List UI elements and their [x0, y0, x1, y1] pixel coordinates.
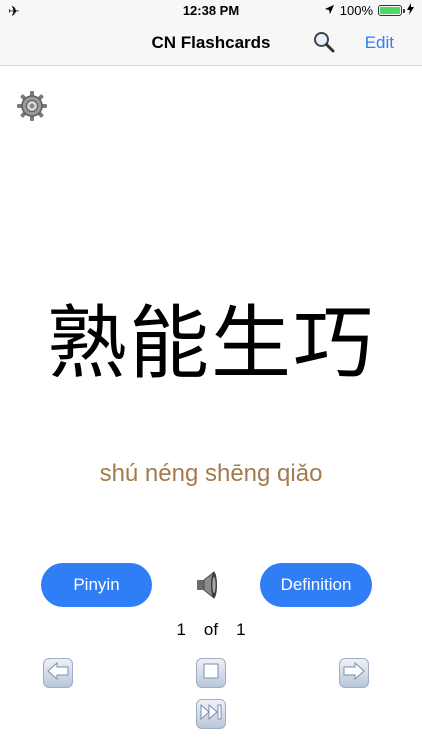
settings-button[interactable] [16, 90, 48, 122]
search-button[interactable] [308, 28, 340, 60]
stop-button[interactable] [196, 658, 226, 688]
battery-fill [380, 7, 400, 14]
nav-bar: CN Flashcards Edit [0, 22, 422, 66]
skip-to-end-button[interactable] [196, 699, 226, 729]
search-icon [312, 30, 336, 59]
definition-button[interactable]: Definition [260, 563, 372, 607]
location-arrow-icon [324, 3, 335, 18]
flashcard-screen: ✈ 12:38 PM 100% CN Flashcards Edit 熟能生巧 … [0, 0, 422, 750]
stop-icon [203, 663, 219, 684]
previous-card-button[interactable] [43, 658, 73, 688]
arrow-left-icon [47, 661, 69, 685]
next-card-button[interactable] [339, 658, 369, 688]
status-right: 100% [324, 3, 414, 18]
counter-separator: of [203, 620, 219, 639]
battery-percent: 100% [339, 3, 373, 18]
status-bar: ✈ 12:38 PM 100% [0, 0, 422, 22]
skip-to-end-icon [200, 703, 222, 725]
charging-bolt-icon [407, 3, 414, 18]
speaker-icon [192, 570, 226, 606]
battery-cap [403, 9, 405, 13]
counter-total: 1 [236, 620, 246, 639]
card-chinese-text: 熟能生巧 [47, 299, 375, 388]
nav-title: CN Flashcards [151, 33, 271, 52]
edit-button[interactable]: Edit [365, 33, 394, 53]
counter-current: 1 [176, 620, 186, 639]
battery-icon [378, 5, 405, 16]
speaker-button[interactable] [192, 568, 226, 602]
card-pinyin-text: shú néng shēng qiǎo [99, 460, 323, 487]
card-counter: 1 of 1 [0, 620, 422, 640]
pinyin-button[interactable]: Pinyin [41, 563, 152, 607]
arrow-right-icon [343, 661, 365, 685]
gear-icon [16, 91, 48, 126]
